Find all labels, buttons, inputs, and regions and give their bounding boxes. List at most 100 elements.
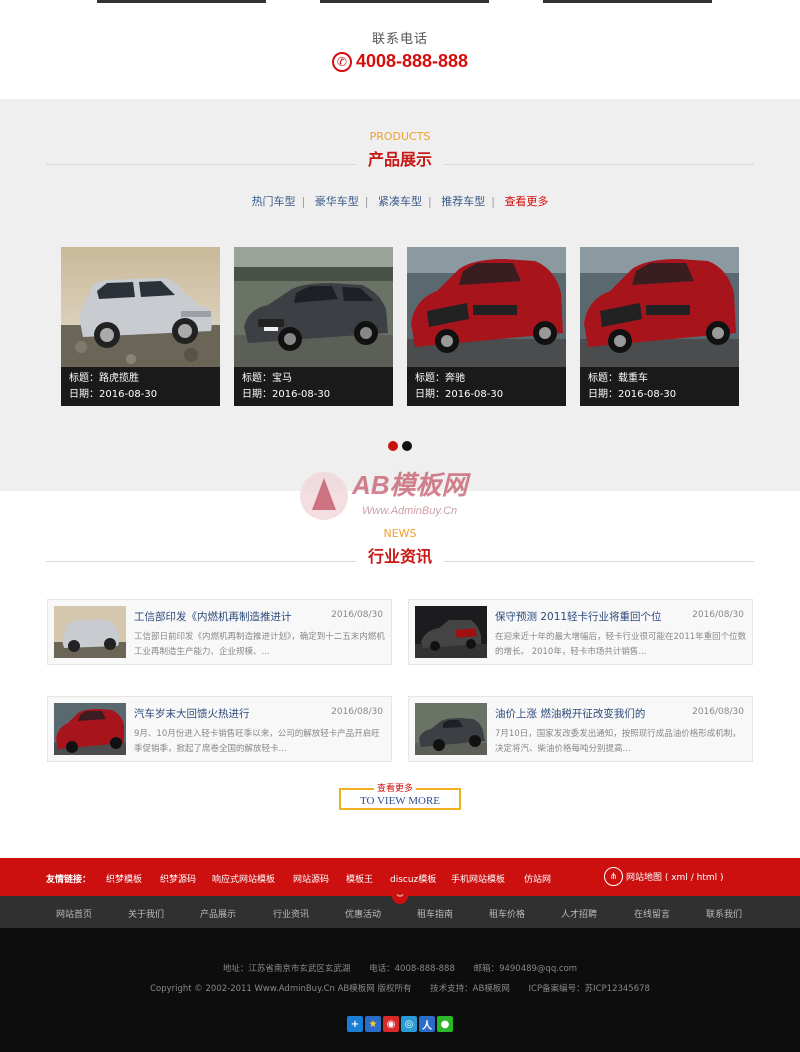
nav-item-products[interactable]: 产品展示 [200,907,236,920]
nav-item-about[interactable]: 关于我们 [128,907,164,920]
news-summary: 在迎来近十年的最大增幅后，轻卡行业很可能在2011年重回个位数的增长。 2010… [495,632,747,657]
tab-hot-models[interactable]: 热门车型 [246,195,302,208]
renren-icon[interactable]: 人 [419,1016,435,1032]
footer-icp[interactable]: ICP备案编号：苏ICP12345678 [529,984,650,994]
share-icons: + ★ ◉ ◎ 人 ● [0,1016,800,1032]
nav-item-jobs[interactable]: 人才招聘 [561,907,597,920]
share-plus-icon[interactable]: + [347,1016,363,1032]
friend-link[interactable]: 手机网站模板 [451,872,505,885]
phone-icon: ✆ [331,51,352,72]
carousel-dot-active[interactable] [388,441,398,451]
nav-item-contact[interactable]: 联系我们 [706,907,742,920]
friend-link[interactable]: discuz模板 [390,872,436,885]
news-item[interactable]: 工信部印发《内燃机再制造推进计 2016/08/30 工信部日前印发《内燃机再制… [47,599,392,665]
product-date: 日期：2016-08-30 [69,389,158,400]
news-item[interactable]: 油价上涨 燃油税开征改变我们的 2016/08/30 7月10日，国家发改委发出… [408,696,753,762]
nav-item-price[interactable]: 租车价格 [489,907,525,920]
product-image[interactable] [580,247,739,367]
friend-link[interactable]: 模板王 [346,872,373,885]
contact-phone: 4008-888-888 [355,51,469,71]
product-card[interactable]: 标题：宝马 日期：2016-08-30 [234,247,393,406]
news-heading-cn: 行业资讯 [355,543,444,567]
friend-link[interactable]: 仿站网 [524,872,551,885]
footer-support[interactable]: 技术支持：AB模板网 [430,984,510,994]
product-title[interactable]: 标题：路虎揽胜 [69,371,212,387]
product-date: 日期：2016-08-30 [415,389,504,400]
news-thumbnail[interactable] [415,703,487,755]
view-more-cn[interactable]: 查看更多 [374,781,417,794]
watermark-logo: AB模板网 Www.AdminBuy.Cn [296,456,496,526]
products-heading-cn: 产品展示 [355,146,444,170]
news-summary: 9月、10月份进入轻卡销售旺季以来，公司的解放轻卡产品开启旺季促销季，掀起了席卷… [134,729,380,754]
nav-item-message[interactable]: 在线留言 [634,907,670,920]
product-date: 日期：2016-08-30 [242,389,331,400]
product-card[interactable]: 标题：路虎揽胜 日期：2016-08-30 [61,247,220,406]
sitemap-label[interactable]: 网站地图 ( xml / html ) [626,870,723,883]
sitemap-icon: ⋔ [604,867,623,886]
products-section: PRODUCTS 产品展示 热门车型 | 豪华车型 | 紧凑车型 | 推荐车型 | 查看… [0,99,800,491]
view-more-button[interactable]: 查看更多 TO VIEW MORE [339,781,461,810]
product-title[interactable]: 标题：宝马 [242,371,385,387]
news-title[interactable]: 汽车岁末大回馈火热进行 [134,706,250,721]
nav-item-guide[interactable]: 租车指南 [417,907,453,920]
news-title[interactable]: 保守预测 2011轻卡行业将重回个位 [495,609,662,624]
news-item[interactable]: 汽车岁末大回馈火热进行 2016/08/30 9月、10月份进入轻卡销售旺季以来… [47,696,392,762]
footer-copyright: Copyright © 2002-2011 Www.AdminBuy.Cn AB… [150,984,412,994]
news-summary: 工信部日前印发《内燃机再制造推进计划》，确定到十二五末内燃机工业再制造生产能力、… [134,632,385,657]
watermark-url: Www.AdminBuy.Cn [362,505,457,517]
news-date: 2016/08/30 [331,707,383,717]
qzone-icon[interactable]: ★ [365,1016,381,1032]
news-thumbnail[interactable] [415,606,487,658]
wechat-icon[interactable]: ● [437,1016,453,1032]
product-title[interactable]: 标题：载重车 [588,371,731,387]
product-title[interactable]: 标题：奔驰 [415,371,558,387]
products-heading-en: PRODUCTS [369,130,431,143]
news-summary: 7月10日，国家发改委发出通知，按照现行成品油价格形成机制，决定将汽、柴油价格每… [495,729,741,754]
friend-link[interactable]: 网站源码 [293,872,329,885]
site-footer: 地址：江苏省南京市玄武区玄武湖 电话：4008-888-888 邮箱：94904… [0,928,800,1052]
news-heading: NEWS 行业资讯 [0,527,800,567]
footer-nav: ︾ 网站首页 关于我们 产品展示 行业资讯 优惠活动 租车指南 租车价格 人才招… [0,894,800,928]
news-heading-en: NEWS [383,527,417,540]
news-item[interactable]: 保守预测 2011轻卡行业将重回个位 2016/08/30 在迎来近十年的最大增… [408,599,753,665]
news-title[interactable]: 油价上涨 燃油税开征改变我们的 [495,706,645,721]
nav-item-news[interactable]: 行业资讯 [273,907,309,920]
news-date: 2016/08/30 [692,610,744,620]
news-date: 2016/08/30 [692,707,744,717]
tab-compact-models[interactable]: 紧凑车型 [372,195,428,208]
tab-recommended-models[interactable]: 推荐车型 [435,195,491,208]
product-image[interactable] [407,247,566,367]
tab-luxury-models[interactable]: 豪华车型 [309,195,365,208]
top-thumbnail-strip [0,0,800,4]
product-image[interactable] [61,247,220,367]
footer-address: 地址：江苏省南京市玄武区玄武湖 [222,964,351,974]
news-thumbnail[interactable] [54,606,126,658]
nav-item-home[interactable]: 网站首页 [56,907,92,920]
footer-phone: 电话：4008-888-888 [369,964,455,974]
news-title[interactable]: 工信部印发《内燃机再制造推进计 [134,609,292,624]
product-card[interactable]: 标题：奔驰 日期：2016-08-30 [407,247,566,406]
products-heading: PRODUCTS 产品展示 [0,130,800,170]
weibo-icon[interactable]: ◉ [383,1016,399,1032]
product-card[interactable]: 标题：载重车 日期：2016-08-30 [580,247,739,406]
friend-link[interactable]: 响应式网站模板 [212,872,275,885]
friend-links-bar: 友情链接： 织梦模板 织梦源码 响应式网站模板 网站源码 模板王 discuz模… [0,858,800,896]
carousel-dot[interactable] [402,441,412,451]
news-thumbnail[interactable] [54,703,126,755]
carousel-dots [0,441,800,451]
tencent-weibo-icon[interactable]: ◎ [401,1016,417,1032]
nav-item-promotions[interactable]: 优惠活动 [345,907,381,920]
product-date: 日期：2016-08-30 [588,389,677,400]
news-date: 2016/08/30 [331,610,383,620]
product-image[interactable] [234,247,393,367]
watermark-brand: AB模板网 [351,470,472,500]
contact-label: 联系电话 [371,32,428,47]
products-more-link[interactable]: 查看更多 [498,195,554,208]
friend-link[interactable]: 织梦源码 [160,872,196,885]
chevron-down-icon: ︾ [392,894,408,904]
footer-email: 邮箱：9490489@qq.com [473,964,578,974]
sitemap-link[interactable]: ⋔ 网站地图 ( xml / html ) [604,867,723,886]
contact-block: 联系电话 ✆ 4008-888-888 [0,28,800,72]
friend-link[interactable]: 织梦模板 [106,872,142,885]
friend-links-label: 友情链接： [46,875,92,885]
